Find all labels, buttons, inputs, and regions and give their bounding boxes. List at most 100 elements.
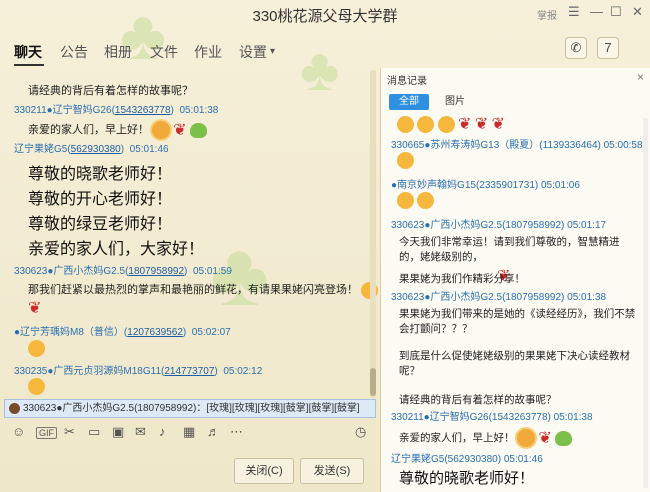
message-row: 亲爱的家人们，早上好！ ❦	[399, 428, 572, 448]
frog-emoji-icon	[554, 430, 572, 446]
gift-icon[interactable]: ✉	[135, 424, 146, 440]
sender-id-close: )	[214, 366, 218, 377]
message-row: ❦	[28, 298, 41, 318]
skin-icon[interactable]: ☰	[568, 4, 580, 20]
scissors-icon[interactable]: ✂	[64, 424, 75, 440]
frog-emoji-icon	[189, 122, 207, 138]
more-icon[interactable]: ⋯	[230, 424, 243, 440]
sender-id-link[interactable]: 1207639562	[127, 327, 183, 338]
message-text: 那我们赶紧以最热烈的掌声和最艳丽的鲜花，有请果果姥闪亮登场！	[28, 284, 358, 296]
rose-emoji-icon: ❦	[173, 122, 187, 139]
rose-emoji-icon: ❦	[28, 300, 42, 317]
message-text-large: 亲爱的家人们，大家好！	[28, 241, 205, 258]
tab-announcement[interactable]: 公告	[60, 42, 88, 62]
tab-files[interactable]: 文件	[150, 42, 178, 62]
close-button[interactable]: 关闭(C)	[234, 458, 294, 484]
sender-id-close: )	[120, 144, 125, 155]
tab-homework[interactable]: 作业	[194, 42, 222, 62]
sender-name: 辽宁果姥G5(	[14, 144, 71, 155]
emoji-row	[397, 192, 435, 209]
active-tab-indicator	[14, 64, 44, 66]
history-sender: ●南京妙声翰妈G15(2335901731) 05:01:06	[391, 180, 580, 191]
message-row	[28, 378, 45, 395]
tab-settings[interactable]: 设置	[239, 42, 267, 62]
maximize-icon[interactable]: ☐	[610, 4, 622, 20]
settings-chevron-down-icon[interactable]: ▾	[270, 46, 275, 57]
chat-scrollbar-thumb[interactable]	[370, 368, 376, 396]
close-icon[interactable]: ✕	[632, 4, 643, 20]
history-text: 到底是什么促使姥姥级别的果果姥下决心读经教材	[399, 350, 630, 362]
tab-pictures[interactable]: 图片	[445, 94, 465, 110]
gif-icon[interactable]: GIF	[36, 427, 57, 439]
calendar-tool-icon[interactable]: ▦	[183, 424, 195, 440]
emoji-icon[interactable]: ☺	[12, 424, 25, 439]
message-text-large: 尊敬的绿豆老师好！	[28, 216, 173, 233]
tab-all[interactable]: 全部	[389, 94, 429, 110]
history-close-icon[interactable]: ×	[637, 70, 644, 84]
message-row: 那我们赶紧以最热烈的掌声和最艳丽的鲜花，有请果果姥闪亮登场！	[28, 281, 379, 299]
input-toolbar: ☺ GIF ✂ ▭ ▣ ✉ ♪ ▦ ♬ ⋯ ◷	[0, 420, 380, 444]
applause-emoji-icon	[437, 115, 455, 133]
sender-id-link[interactable]: 1807958992	[128, 266, 184, 277]
sender-id-link[interactable]: 1543263778	[115, 105, 171, 116]
tab-chat[interactable]: 聊天	[14, 42, 42, 62]
message-sender: 330211●辽宁智妈G26(1543263778) 05:01:38	[14, 101, 218, 116]
sun-emoji-icon	[152, 121, 171, 139]
applause-emoji-icon	[397, 115, 414, 133]
rose-emoji-icon: ❦	[474, 116, 489, 133]
message-sender: 330235●广西元贞羽源妈M18G11(214773707) 05:02:12	[14, 362, 262, 377]
sender-name: 330623●广西小杰妈G2.5(	[14, 266, 129, 277]
chat-message-area: 请经典的背后有着怎样的故事呢？ 330211●辽宁智妈G26(154326377…	[0, 68, 380, 398]
image-icon[interactable]: ▣	[112, 424, 124, 440]
history-title: 消息记录	[387, 76, 427, 87]
message-time: 05:02:12	[223, 366, 263, 377]
message-text-large: 尊敬的开心老师好！	[28, 191, 173, 208]
history-text: 亲爱的家人们，早上好！	[399, 431, 515, 444]
folder-icon[interactable]: ▭	[88, 424, 100, 440]
message-time: 05:02:07	[191, 327, 231, 338]
sender-id-close: )	[170, 105, 174, 116]
message-text-large: 尊敬的晓歌老师好！	[28, 166, 173, 183]
new-message-notice[interactable]: 330623●广西小杰妈G2.5(1807958992)：[玫瑰][玫瑰][玫瑰…	[4, 399, 376, 418]
message-time: 05:01:38	[179, 105, 219, 116]
history-scrollbar[interactable]	[643, 118, 648, 488]
sender-id-close: )	[182, 327, 187, 338]
history-text: 呢？	[399, 365, 420, 377]
sender-id-link[interactable]: 562930380	[71, 144, 121, 155]
sender-id-close: )	[184, 266, 188, 277]
avatar	[9, 403, 20, 414]
emoji-row: ❦ ❦ ❦	[397, 114, 505, 134]
message-text: 请经典的背后有着怎样的故事呢？	[28, 85, 193, 97]
history-sender: 330623●广西小杰妈G2.5(1807958992) 05:01:17	[391, 220, 607, 231]
sender-id-link[interactable]: 214773707	[164, 366, 214, 377]
history-text: 会打颤问？？？	[399, 323, 473, 335]
tab-album[interactable]: 相册	[104, 42, 132, 62]
rose-emoji-icon: ❦	[458, 116, 472, 133]
sender-name: 330211●辽宁智妈G26(	[14, 105, 115, 116]
minimize-icon[interactable]: —	[590, 4, 603, 19]
phone-icon[interactable]: ✆	[565, 37, 587, 59]
history-text: 的，姥姥级别的，	[399, 251, 483, 263]
applause-emoji-icon	[397, 152, 414, 169]
history-text: 请经典的背后有着怎样的故事呢？	[399, 394, 557, 406]
applause-emoji-icon	[417, 192, 435, 209]
chat-scrollbar-track[interactable]	[370, 70, 376, 398]
send-button[interactable]: 发送(S)	[300, 458, 364, 484]
rose-emoji-icon: ❦	[538, 430, 552, 447]
applause-emoji-icon	[417, 115, 435, 133]
sun-emoji-icon	[517, 429, 536, 447]
message-row: 亲爱的家人们，早上好！ ❦	[28, 120, 207, 140]
history-clock-icon[interactable]: ◷	[355, 424, 366, 440]
applause-emoji-icon	[397, 192, 414, 209]
login-link[interactable]: 掌报	[537, 7, 557, 22]
message-text: 亲爱的家人们，早上好！	[28, 123, 149, 136]
history-sender: 330623●广西小杰妈G2.5(1807958992) 05:01:38	[391, 292, 607, 303]
message-sender: 330623●广西小杰妈G2.5(1807958992) 05:01:59	[14, 262, 232, 277]
history-text-large: 尊敬的晓歌老师好！	[399, 470, 535, 487]
calendar-icon[interactable]: 7	[597, 37, 619, 59]
voice-icon[interactable]: ♪	[159, 424, 166, 439]
message-time: 05:01:59	[192, 266, 232, 277]
history-text: 果果姥为我们带来的是她的《读经经历》，我们不禁	[399, 308, 636, 320]
title-bar: 330桃花源父母大学群 掌报 ☰ — ☐ ✕	[0, 0, 650, 28]
music-icon[interactable]: ♬	[207, 424, 220, 439]
